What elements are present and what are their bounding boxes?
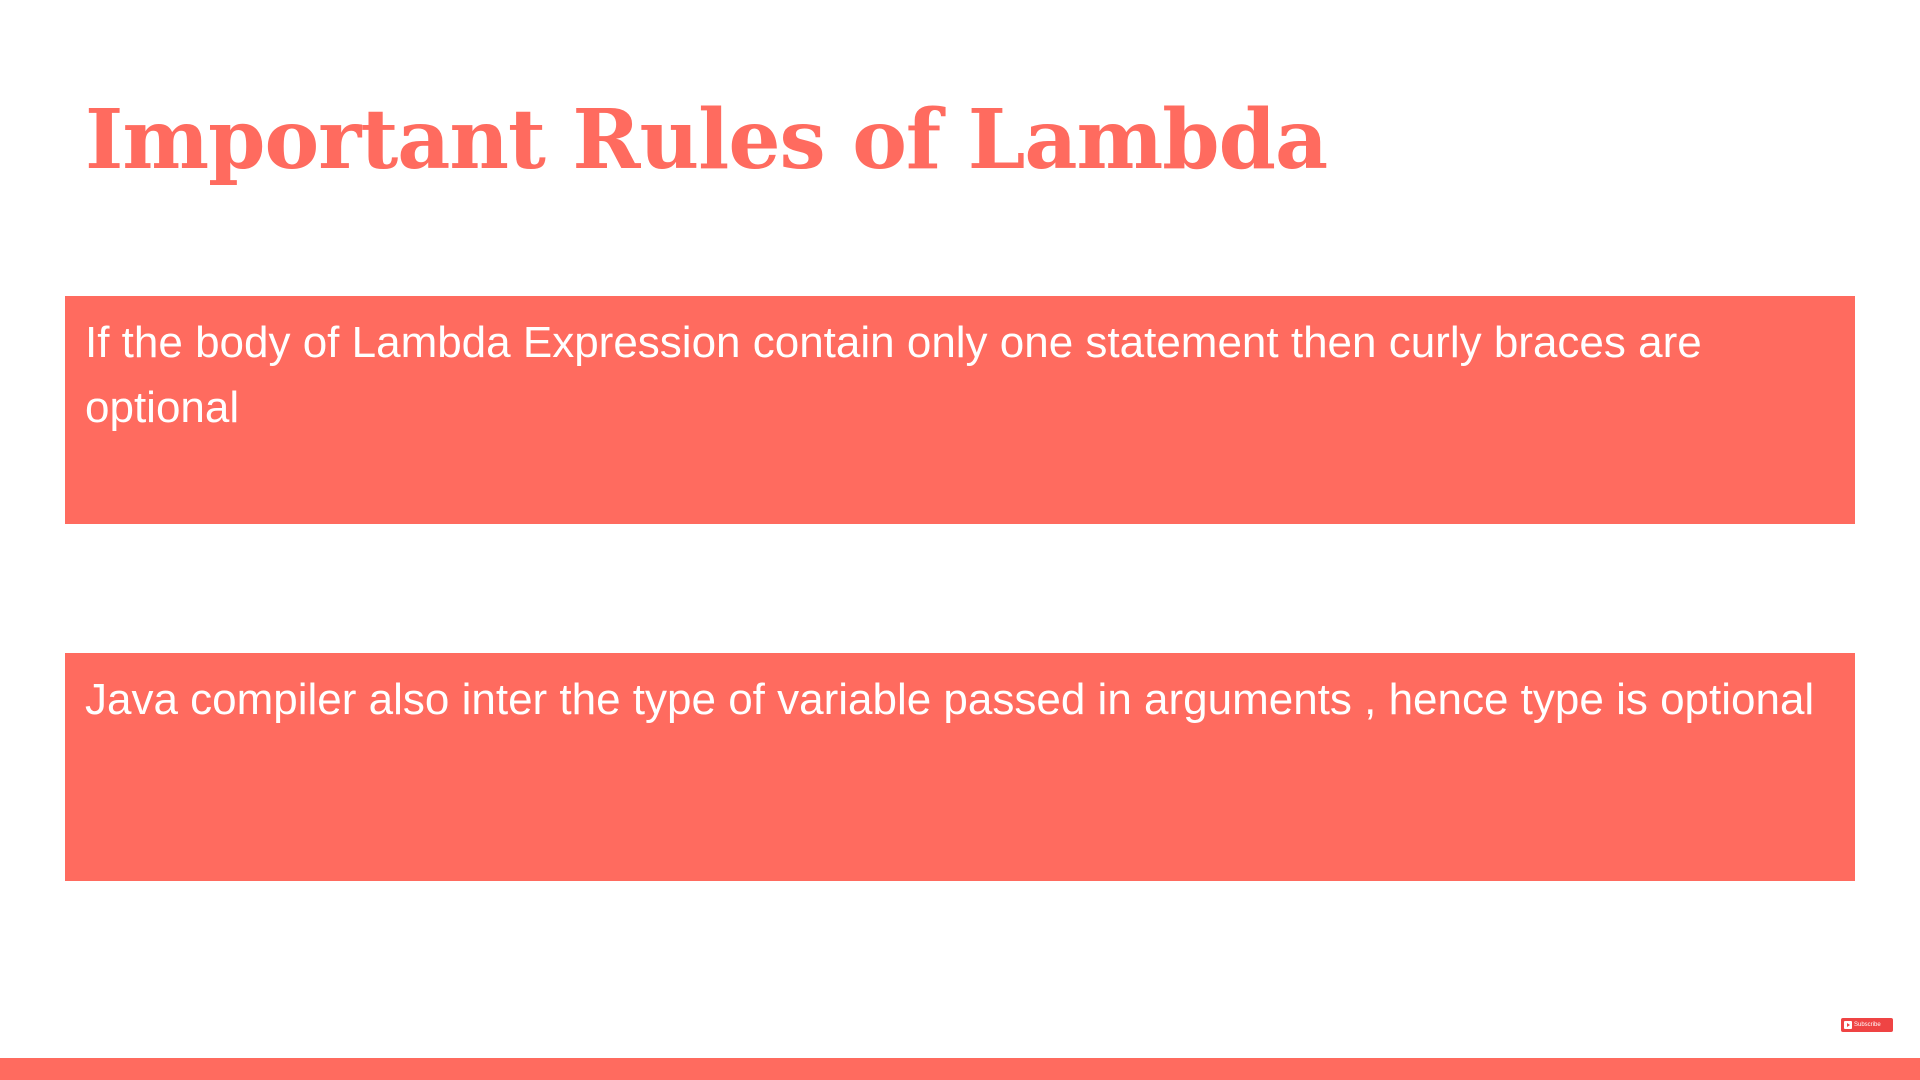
- slide-title: Important Rules of Lambda: [85, 92, 1328, 188]
- slide: Important Rules of Lambda If the body of…: [0, 0, 1920, 1080]
- subscribe-label: Subscribe: [1854, 1022, 1881, 1028]
- rule-box-1: If the body of Lambda Expression contain…: [65, 296, 1855, 524]
- subscribe-button[interactable]: Subscribe: [1841, 1018, 1893, 1032]
- youtube-play-icon: [1844, 1021, 1852, 1029]
- rule-text-1: If the body of Lambda Expression contain…: [85, 318, 1702, 432]
- rule-text-2: Java compiler also inter the type of var…: [85, 675, 1815, 724]
- rule-box-2: Java compiler also inter the type of var…: [65, 653, 1855, 881]
- bottom-accent-bar: [0, 1058, 1920, 1080]
